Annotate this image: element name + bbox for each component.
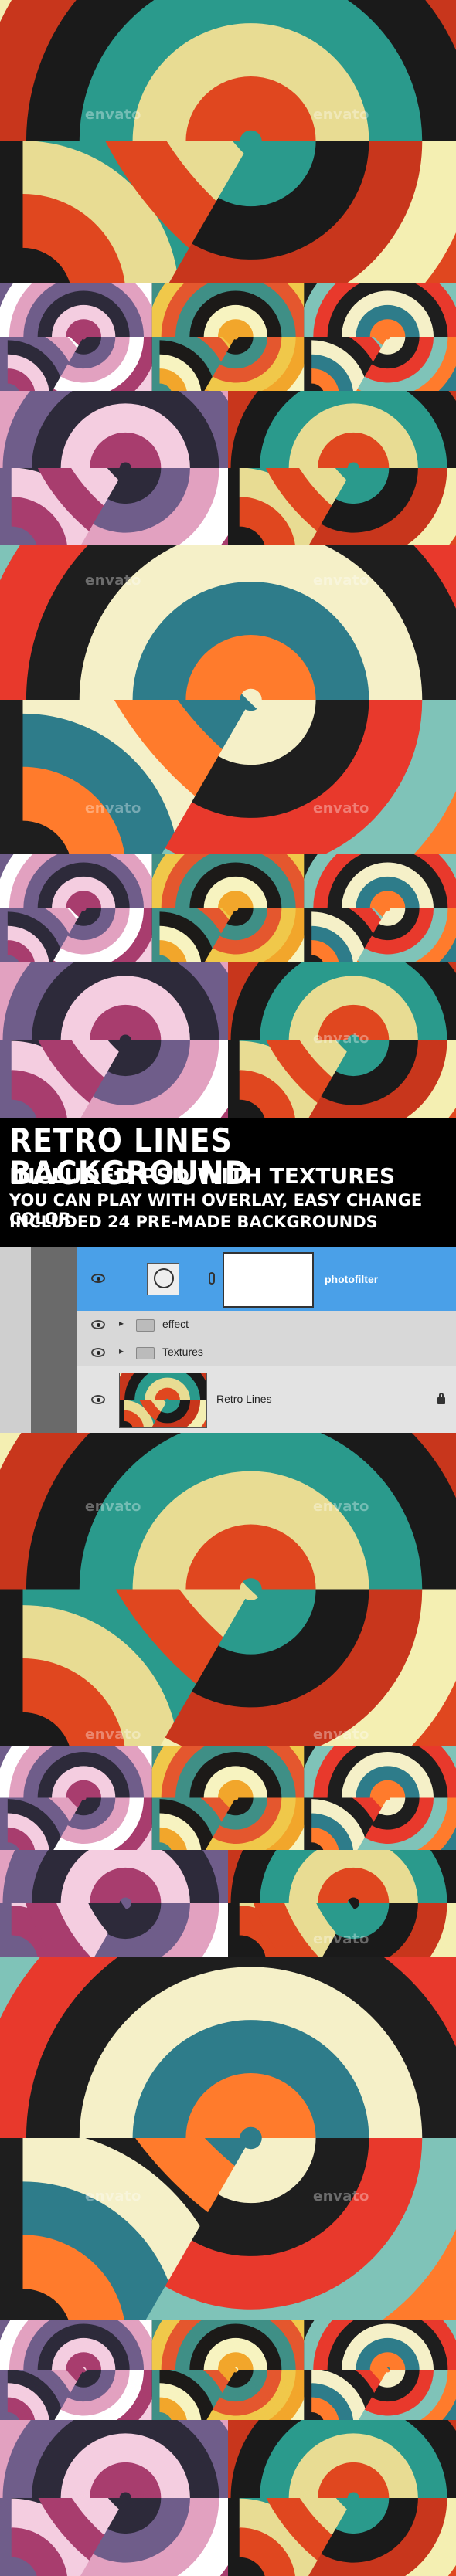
layer-photofilter[interactable]: photofilter bbox=[77, 1247, 456, 1312]
variation-strip-2 bbox=[0, 391, 456, 545]
variation-strip-4: envato bbox=[0, 962, 456, 1118]
lock-icon bbox=[437, 1393, 445, 1404]
layer-textures[interactable]: ▸ Textures bbox=[77, 1339, 456, 1367]
adjustment-icon bbox=[147, 1263, 179, 1295]
folder-icon bbox=[136, 1319, 155, 1332]
layer-name: Retro Lines bbox=[216, 1393, 272, 1405]
variation-strip-1 bbox=[0, 283, 456, 391]
hero-image-3: envato envato envato envato bbox=[0, 1433, 456, 1746]
expand-arrow-icon[interactable]: ▸ bbox=[119, 1318, 124, 1329]
link-icon bbox=[209, 1272, 215, 1285]
subtitle-psd: INCLUDED PSD WITH TEXTURES bbox=[9, 1163, 396, 1189]
variation-strip-6: envato bbox=[0, 1850, 456, 1957]
title-section: RETRO LINES BACKGROUND INCLUDED PSD WITH… bbox=[0, 1118, 456, 1247]
eye-icon[interactable] bbox=[91, 1348, 105, 1357]
layer-mask-thumbnail bbox=[223, 1252, 314, 1308]
variation-strip-3 bbox=[0, 854, 456, 962]
panel-left-edge bbox=[0, 1247, 31, 1433]
hero-image-1: envato envato bbox=[0, 0, 456, 283]
eye-icon[interactable] bbox=[91, 1320, 105, 1329]
hero-image-2: envato envato envato envato bbox=[0, 545, 456, 854]
layer-name: photofilter bbox=[325, 1273, 379, 1285]
layer-name: effect bbox=[162, 1318, 189, 1330]
layer-name: Textures bbox=[162, 1346, 203, 1358]
variation-strip-5 bbox=[0, 1746, 456, 1850]
variation-strip-7 bbox=[0, 2320, 456, 2420]
layer-thumbnail bbox=[119, 1373, 207, 1428]
layers-panel: photofilter ▸ effect ▸ Textures Retro Li… bbox=[0, 1247, 456, 1434]
eye-icon[interactable] bbox=[91, 1395, 105, 1404]
expand-arrow-icon[interactable]: ▸ bbox=[119, 1346, 124, 1356]
layer-retro-lines[interactable]: Retro Lines bbox=[77, 1366, 456, 1434]
panel-gutter bbox=[31, 1247, 77, 1433]
hero-image-4: envato envato bbox=[0, 1957, 456, 2320]
layer-effect[interactable]: ▸ effect bbox=[77, 1311, 456, 1339]
variation-strip-8 bbox=[0, 2420, 456, 2576]
folder-icon bbox=[136, 1347, 155, 1359]
subtitle-premade: INCLUDED 24 PRE-MADE BACKGROUNDS bbox=[9, 1213, 378, 1231]
eye-icon[interactable] bbox=[91, 1274, 105, 1283]
